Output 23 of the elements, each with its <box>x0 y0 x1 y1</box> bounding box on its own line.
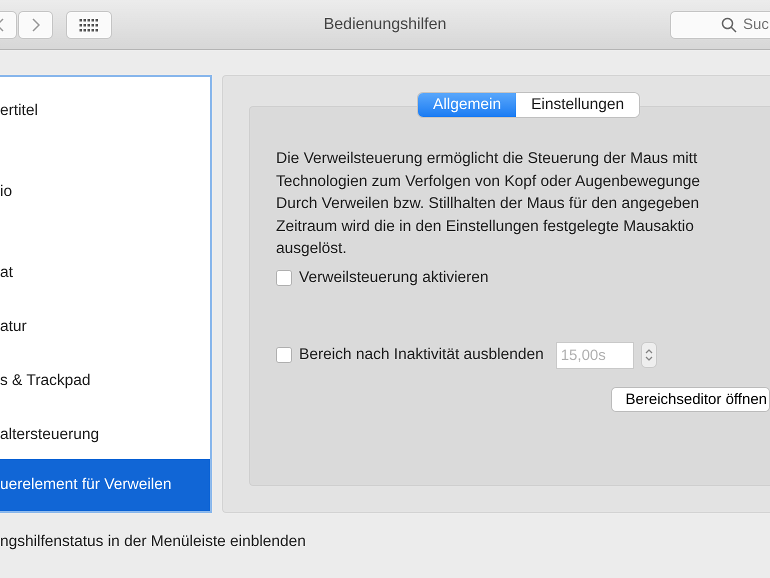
open-editor-button[interactable]: Bereichseditor öffnen <box>610 386 770 412</box>
checkbox-label: Verweilsteuerung aktivieren <box>299 268 489 286</box>
checkbox[interactable] <box>276 347 292 363</box>
grid-icon <box>79 18 99 32</box>
checkbox-label: ngshilfenstatus in der Menüleiste einblenden <box>0 532 307 551</box>
sidebar-item[interactable]: altersteuerung <box>0 421 210 448</box>
sidebar-item[interactable]: atur <box>0 313 210 340</box>
up-down-arrows-icon <box>644 347 653 363</box>
window-title: Bedienungshilfen <box>324 16 446 34</box>
sidebar-item[interactable]: io <box>0 178 210 205</box>
checkbox[interactable] <box>276 270 292 286</box>
checkbox-label: Bereich nach Inaktivität ausblenden <box>299 346 544 364</box>
sidebar-item[interactable]: s & Trackpad <box>0 367 210 394</box>
chevron-right-icon <box>32 18 40 32</box>
search-field[interactable]: Suc <box>670 10 770 38</box>
stepper[interactable] <box>640 342 657 368</box>
sidebar-item[interactable]: at <box>0 259 210 286</box>
sidebar-item[interactable]: uerelement für Verweilen <box>0 459 210 511</box>
forward-button[interactable] <box>18 10 53 38</box>
sidebar-item[interactable]: ertitel <box>0 97 210 124</box>
show-all-button[interactable] <box>66 10 112 38</box>
search-icon <box>721 16 737 32</box>
description-text: Die Verweilsteuerung ermöglicht die Steuerung der Maus mitt Technologien zum Verfolgen von Kopf oder Augenbewegunge Durch Verweilen bzw. Stillhalten der Maus für den angegeben Zeitraum wird die in den Einstellungen festgelegte Mausaktio ausgelöst. <box>276 149 701 259</box>
